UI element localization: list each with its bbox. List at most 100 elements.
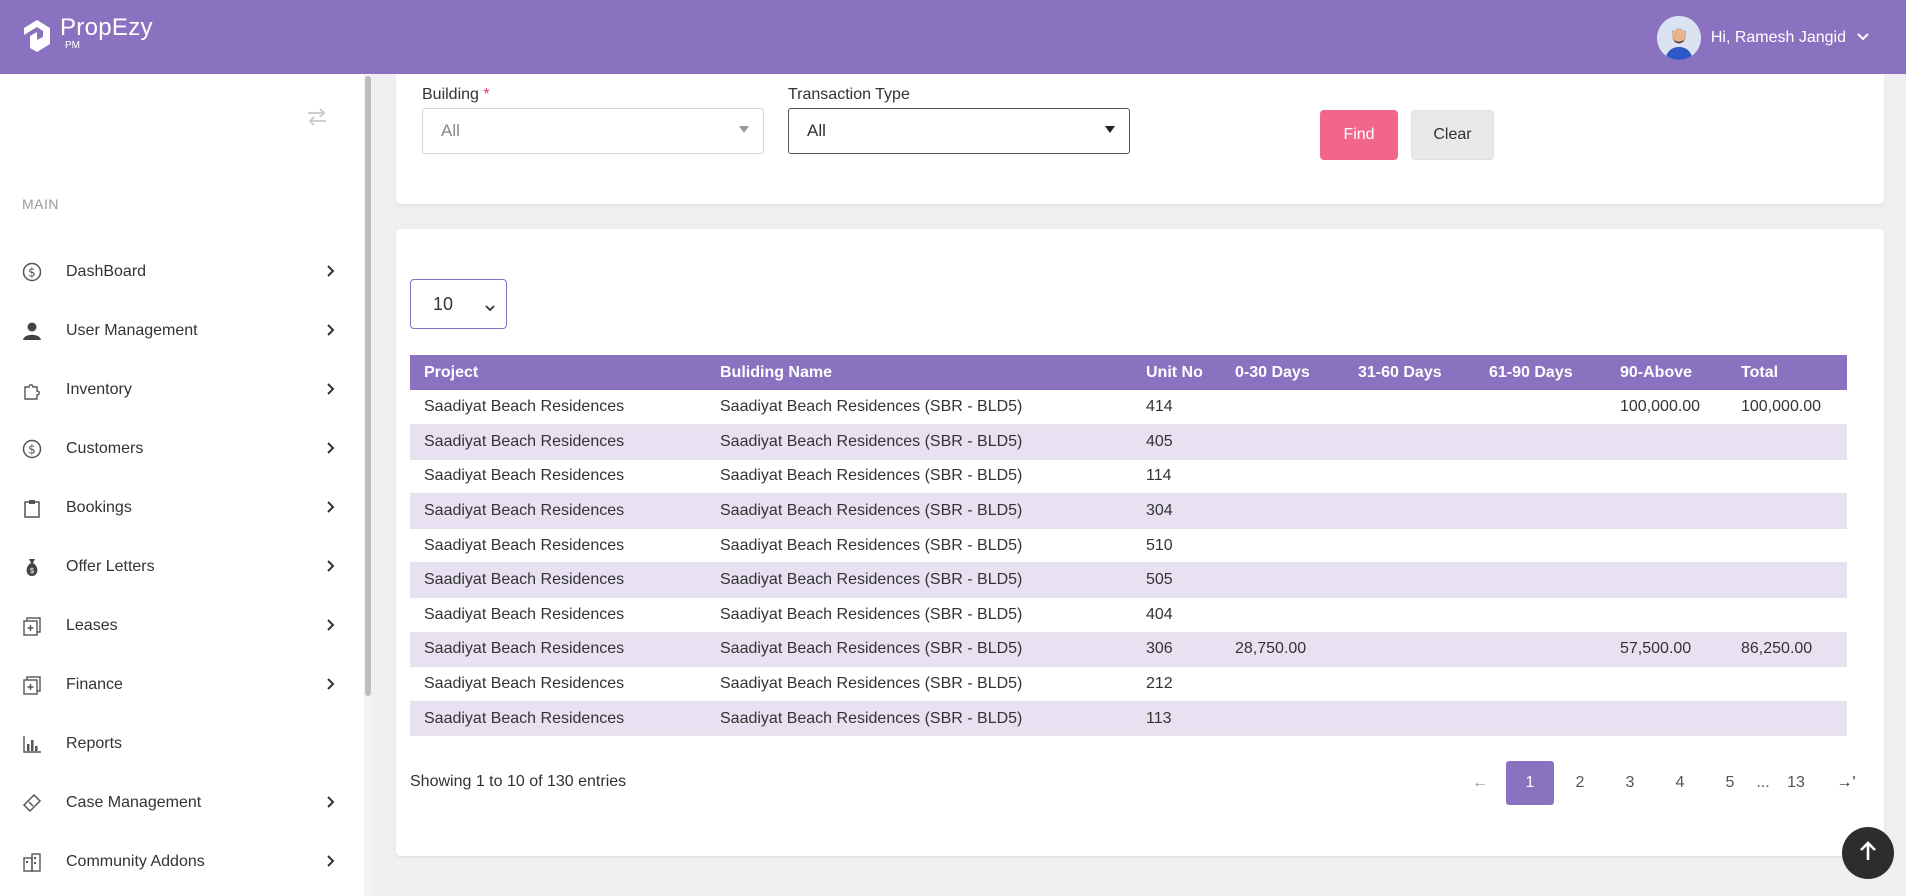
table-cell: 510 — [1146, 536, 1173, 554]
sidebar-item-customers[interactable]: $ Customers — [0, 419, 364, 478]
avatar — [1656, 16, 1701, 60]
table-info: Showing 1 to 10 of 130 entries — [410, 773, 627, 790]
table-cell: Saadiyat Beach Residences (SBR - BLD5) — [720, 398, 1023, 416]
table-body: Saadiyat Beach Residences Saadiyat Beach … — [410, 390, 1847, 736]
table-cell: Saadiyat Beach Residences — [424, 675, 625, 693]
brand-sub: PM — [65, 40, 80, 51]
table-cell: Saadiyat Beach Residences (SBR - BLD5) — [720, 467, 1023, 485]
column-header[interactable]: 61-90 Days — [1475, 355, 1606, 390]
table-cell — [1344, 528, 1475, 563]
building-select[interactable]: All — [422, 108, 764, 154]
table-cell — [1344, 494, 1475, 529]
sidebar-item-label: Offer Letters — [66, 557, 155, 575]
table-cell — [1475, 667, 1606, 702]
sidebar-item-leases[interactable]: Leases — [0, 596, 364, 655]
sidebar-item-user-management[interactable]: User Management — [0, 301, 364, 360]
table-cell: Saadiyat Beach Residences — [424, 605, 625, 623]
user-icon — [22, 321, 42, 341]
sidebar-scroll-thumb[interactable] — [365, 76, 371, 696]
table-row: Saadiyat Beach Residences Saadiyat Beach … — [410, 493, 1847, 529]
sidebar-item-finance[interactable]: Finance — [0, 655, 364, 714]
chevron-right-icon — [324, 854, 338, 868]
chevron-right-icon — [324, 677, 338, 691]
table-header-row: Project Buliding Name Unit No 0-30 Days 31-6… — [410, 355, 1847, 390]
page-size-select[interactable]: 10 — [410, 279, 507, 329]
sidebar-item-label: Bookings — [66, 498, 132, 516]
table-cell: Saadiyat Beach Residences — [424, 536, 625, 554]
app-logo[interactable]: PropEzy PM — [20, 16, 153, 54]
table-cell — [1727, 563, 1847, 598]
swap-arrows-icon[interactable] — [306, 108, 328, 126]
sidebar-item-dashboard[interactable]: $ DashBoard — [0, 242, 364, 301]
table-cell: 114 — [1146, 467, 1172, 485]
column-header[interactable]: Total — [1727, 355, 1847, 390]
page-button-2[interactable]: 2 — [1556, 761, 1604, 805]
building-label: Building * — [422, 86, 490, 104]
chevron-right-icon — [324, 559, 338, 573]
table-cell: 405 — [1146, 432, 1173, 450]
scroll-to-top-button[interactable] — [1842, 827, 1894, 879]
page-button-5[interactable]: 5 — [1706, 761, 1754, 805]
prev-page-button[interactable]: ← — [1456, 761, 1504, 805]
sidebar-item-inventory[interactable]: Inventory — [0, 360, 364, 419]
sidebar-item-label: Case Management — [66, 793, 202, 811]
page-button-1[interactable]: 1 — [1506, 761, 1554, 805]
column-header[interactable]: Buliding Name — [706, 355, 1132, 390]
transaction-type-select[interactable]: All — [788, 108, 1130, 154]
sidebar-item-label: Customers — [66, 439, 144, 457]
sidebar-section-label: MAIN — [22, 196, 59, 212]
column-header[interactable]: 90-Above — [1606, 355, 1727, 390]
money-bag-icon: $ — [22, 557, 42, 577]
dollar-circle-icon: $ — [22, 439, 42, 459]
transaction-type-select-value: All — [807, 121, 826, 140]
sidebar-item-label: Community Addons — [66, 852, 205, 870]
svg-text:$: $ — [28, 265, 36, 279]
table-cell: Saadiyat Beach Residences — [424, 640, 625, 658]
page-button-4[interactable]: 4 — [1656, 761, 1704, 805]
brand-name: PropEzy — [60, 14, 153, 41]
table-cell — [1344, 667, 1475, 702]
chevron-down-icon — [484, 298, 496, 312]
table-cell — [1606, 528, 1727, 563]
find-button[interactable]: Find — [1320, 110, 1398, 160]
next-page-button[interactable]: →' — [1822, 761, 1870, 805]
sidebar-scrollbar[interactable] — [364, 74, 372, 896]
chevron-right-icon — [324, 795, 338, 809]
clear-button[interactable]: Clear — [1411, 110, 1494, 160]
table-cell: 414 — [1146, 398, 1173, 416]
column-header[interactable]: 31-60 Days — [1344, 355, 1475, 390]
table-cell — [1344, 425, 1475, 460]
table-cell — [1727, 459, 1847, 494]
table-cell — [1221, 425, 1344, 460]
sidebar-item-reports[interactable]: Reports — [0, 714, 364, 773]
table-cell: 57,500.00 — [1620, 640, 1692, 658]
table-cell: 86,250.00 — [1741, 640, 1813, 658]
table-cell — [1221, 667, 1344, 702]
table-cell — [1727, 701, 1847, 736]
user-greeting: Hi, Ramesh Jangid — [1710, 29, 1846, 46]
user-menu[interactable]: Hi, Ramesh Jangid — [1656, 16, 1870, 60]
column-header[interactable]: Project — [410, 355, 706, 390]
table-cell: 28,750.00 — [1235, 640, 1307, 658]
column-header[interactable]: Unit No — [1132, 355, 1221, 390]
table-cell: Saadiyat Beach Residences — [424, 709, 625, 727]
puzzle-icon — [22, 380, 42, 400]
table-cell — [1606, 667, 1727, 702]
table-cell: Saadiyat Beach Residences (SBR - BLD5) — [720, 536, 1023, 554]
table-cell: 100,000.00 — [1741, 398, 1822, 416]
sidebar-item-offer-letters[interactable]: $ Offer Letters — [0, 537, 364, 596]
table-cell — [1727, 425, 1847, 460]
table-cell — [1727, 598, 1847, 633]
sidebar-item-case-management[interactable]: Case Management — [0, 773, 364, 832]
pagination-ellipsis: ... — [1756, 774, 1770, 791]
table-cell — [1727, 494, 1847, 529]
sidebar-item-community-addons[interactable]: Community Addons — [0, 832, 364, 891]
table-cell — [1475, 390, 1606, 425]
page-button-3[interactable]: 3 — [1606, 761, 1654, 805]
page-button-last[interactable]: 13 — [1772, 761, 1820, 805]
aging-report-panel: 10 Project Buliding Name Unit No 0-30 Days 3… — [396, 229, 1884, 856]
sidebar-item-bookings[interactable]: Bookings — [0, 478, 364, 537]
column-header[interactable]: 0-30 Days — [1221, 355, 1344, 390]
table-cell — [1475, 494, 1606, 529]
table-cell: Saadiyat Beach Residences (SBR - BLD5) — [720, 432, 1023, 450]
